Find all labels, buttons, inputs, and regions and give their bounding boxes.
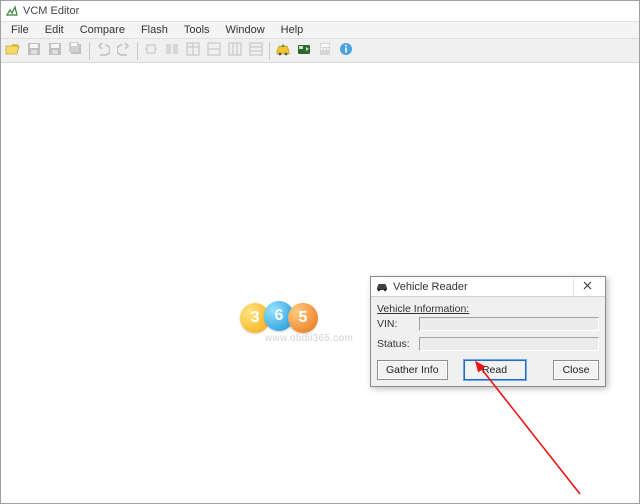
menu-window[interactable]: Window — [218, 23, 273, 37]
redo-icon — [117, 42, 131, 59]
calculator-icon — [319, 42, 331, 59]
dialog-title-bar[interactable]: Vehicle Reader — [371, 277, 605, 297]
save-as-button[interactable] — [45, 41, 65, 61]
vehicle-info-heading: Vehicle Information: — [377, 303, 599, 315]
toolbar — [1, 39, 639, 63]
watermark-digit-1: 3 — [240, 303, 270, 333]
watermark-digit-3: 5 — [288, 303, 318, 333]
table-view-1-button[interactable] — [183, 41, 203, 61]
connect-icon — [144, 42, 158, 59]
window-title: VCM Editor — [23, 5, 79, 17]
open-file-icon — [5, 42, 21, 59]
about-icon — [339, 42, 353, 59]
toolbar-separator — [137, 42, 138, 60]
table-view-2-button[interactable] — [204, 41, 224, 61]
menu-file[interactable]: File — [3, 23, 37, 37]
menu-tools[interactable]: Tools — [176, 23, 218, 37]
table-2-icon — [207, 42, 221, 59]
save-icon — [27, 42, 41, 59]
save-as-icon — [48, 42, 62, 59]
car-icon — [375, 280, 389, 294]
workspace: 3 6 5 www.obdii365.com Vehicle Reader — [2, 64, 638, 502]
watermark-url: www.obdii365.com — [234, 333, 384, 344]
status-label: Status: — [377, 338, 415, 350]
table-4-icon — [249, 42, 263, 59]
menu-compare[interactable]: Compare — [72, 23, 133, 37]
menu-bar: File Edit Compare Flash Tools Window Hel… — [1, 21, 639, 39]
save-all-icon — [69, 42, 83, 59]
write-vehicle-icon — [296, 42, 312, 59]
vehicle-reader-dialog: Vehicle Reader Vehicle Information: VIN:… — [370, 276, 606, 387]
dialog-close-button[interactable] — [573, 278, 601, 296]
undo-button[interactable] — [93, 41, 113, 61]
read-vehicle-button[interactable] — [273, 41, 293, 61]
watermark: 3 6 5 www.obdii365.com — [234, 299, 384, 344]
title-bar: VCM Editor — [1, 1, 639, 21]
redo-button[interactable] — [114, 41, 134, 61]
close-icon — [583, 281, 592, 293]
write-vehicle-button[interactable] — [294, 41, 314, 61]
compare-button[interactable] — [162, 41, 182, 61]
dialog-title-text: Vehicle Reader — [393, 281, 468, 293]
compare-icon — [165, 42, 179, 59]
table-view-4-button[interactable] — [246, 41, 266, 61]
menu-edit[interactable]: Edit — [37, 23, 72, 37]
read-button[interactable]: Read — [464, 360, 526, 380]
vin-label: VIN: — [377, 318, 415, 330]
table-3-icon — [228, 42, 242, 59]
table-1-icon — [186, 42, 200, 59]
status-field — [419, 337, 599, 351]
dialog-body: Vehicle Information: VIN: Status: Gather… — [371, 297, 605, 386]
undo-icon — [96, 42, 110, 59]
table-view-3-button[interactable] — [225, 41, 245, 61]
open-file-button[interactable] — [3, 41, 23, 61]
calculator-button[interactable] — [315, 41, 335, 61]
about-button[interactable] — [336, 41, 356, 61]
save-button[interactable] — [24, 41, 44, 61]
app-icon — [5, 4, 19, 18]
menu-help[interactable]: Help — [273, 23, 312, 37]
gather-info-button[interactable]: Gather Info — [377, 360, 448, 380]
read-vehicle-icon — [275, 42, 291, 59]
connect-button[interactable] — [141, 41, 161, 61]
app-window: VCM Editor File Edit Compare Flash Tools… — [0, 0, 640, 504]
menu-flash[interactable]: Flash — [133, 23, 176, 37]
close-button[interactable]: Close — [553, 360, 599, 380]
vin-field — [419, 317, 599, 331]
save-all-button[interactable] — [66, 41, 86, 61]
toolbar-separator — [269, 42, 270, 60]
toolbar-separator — [89, 42, 90, 60]
watermark-digit-2: 6 — [264, 301, 294, 331]
